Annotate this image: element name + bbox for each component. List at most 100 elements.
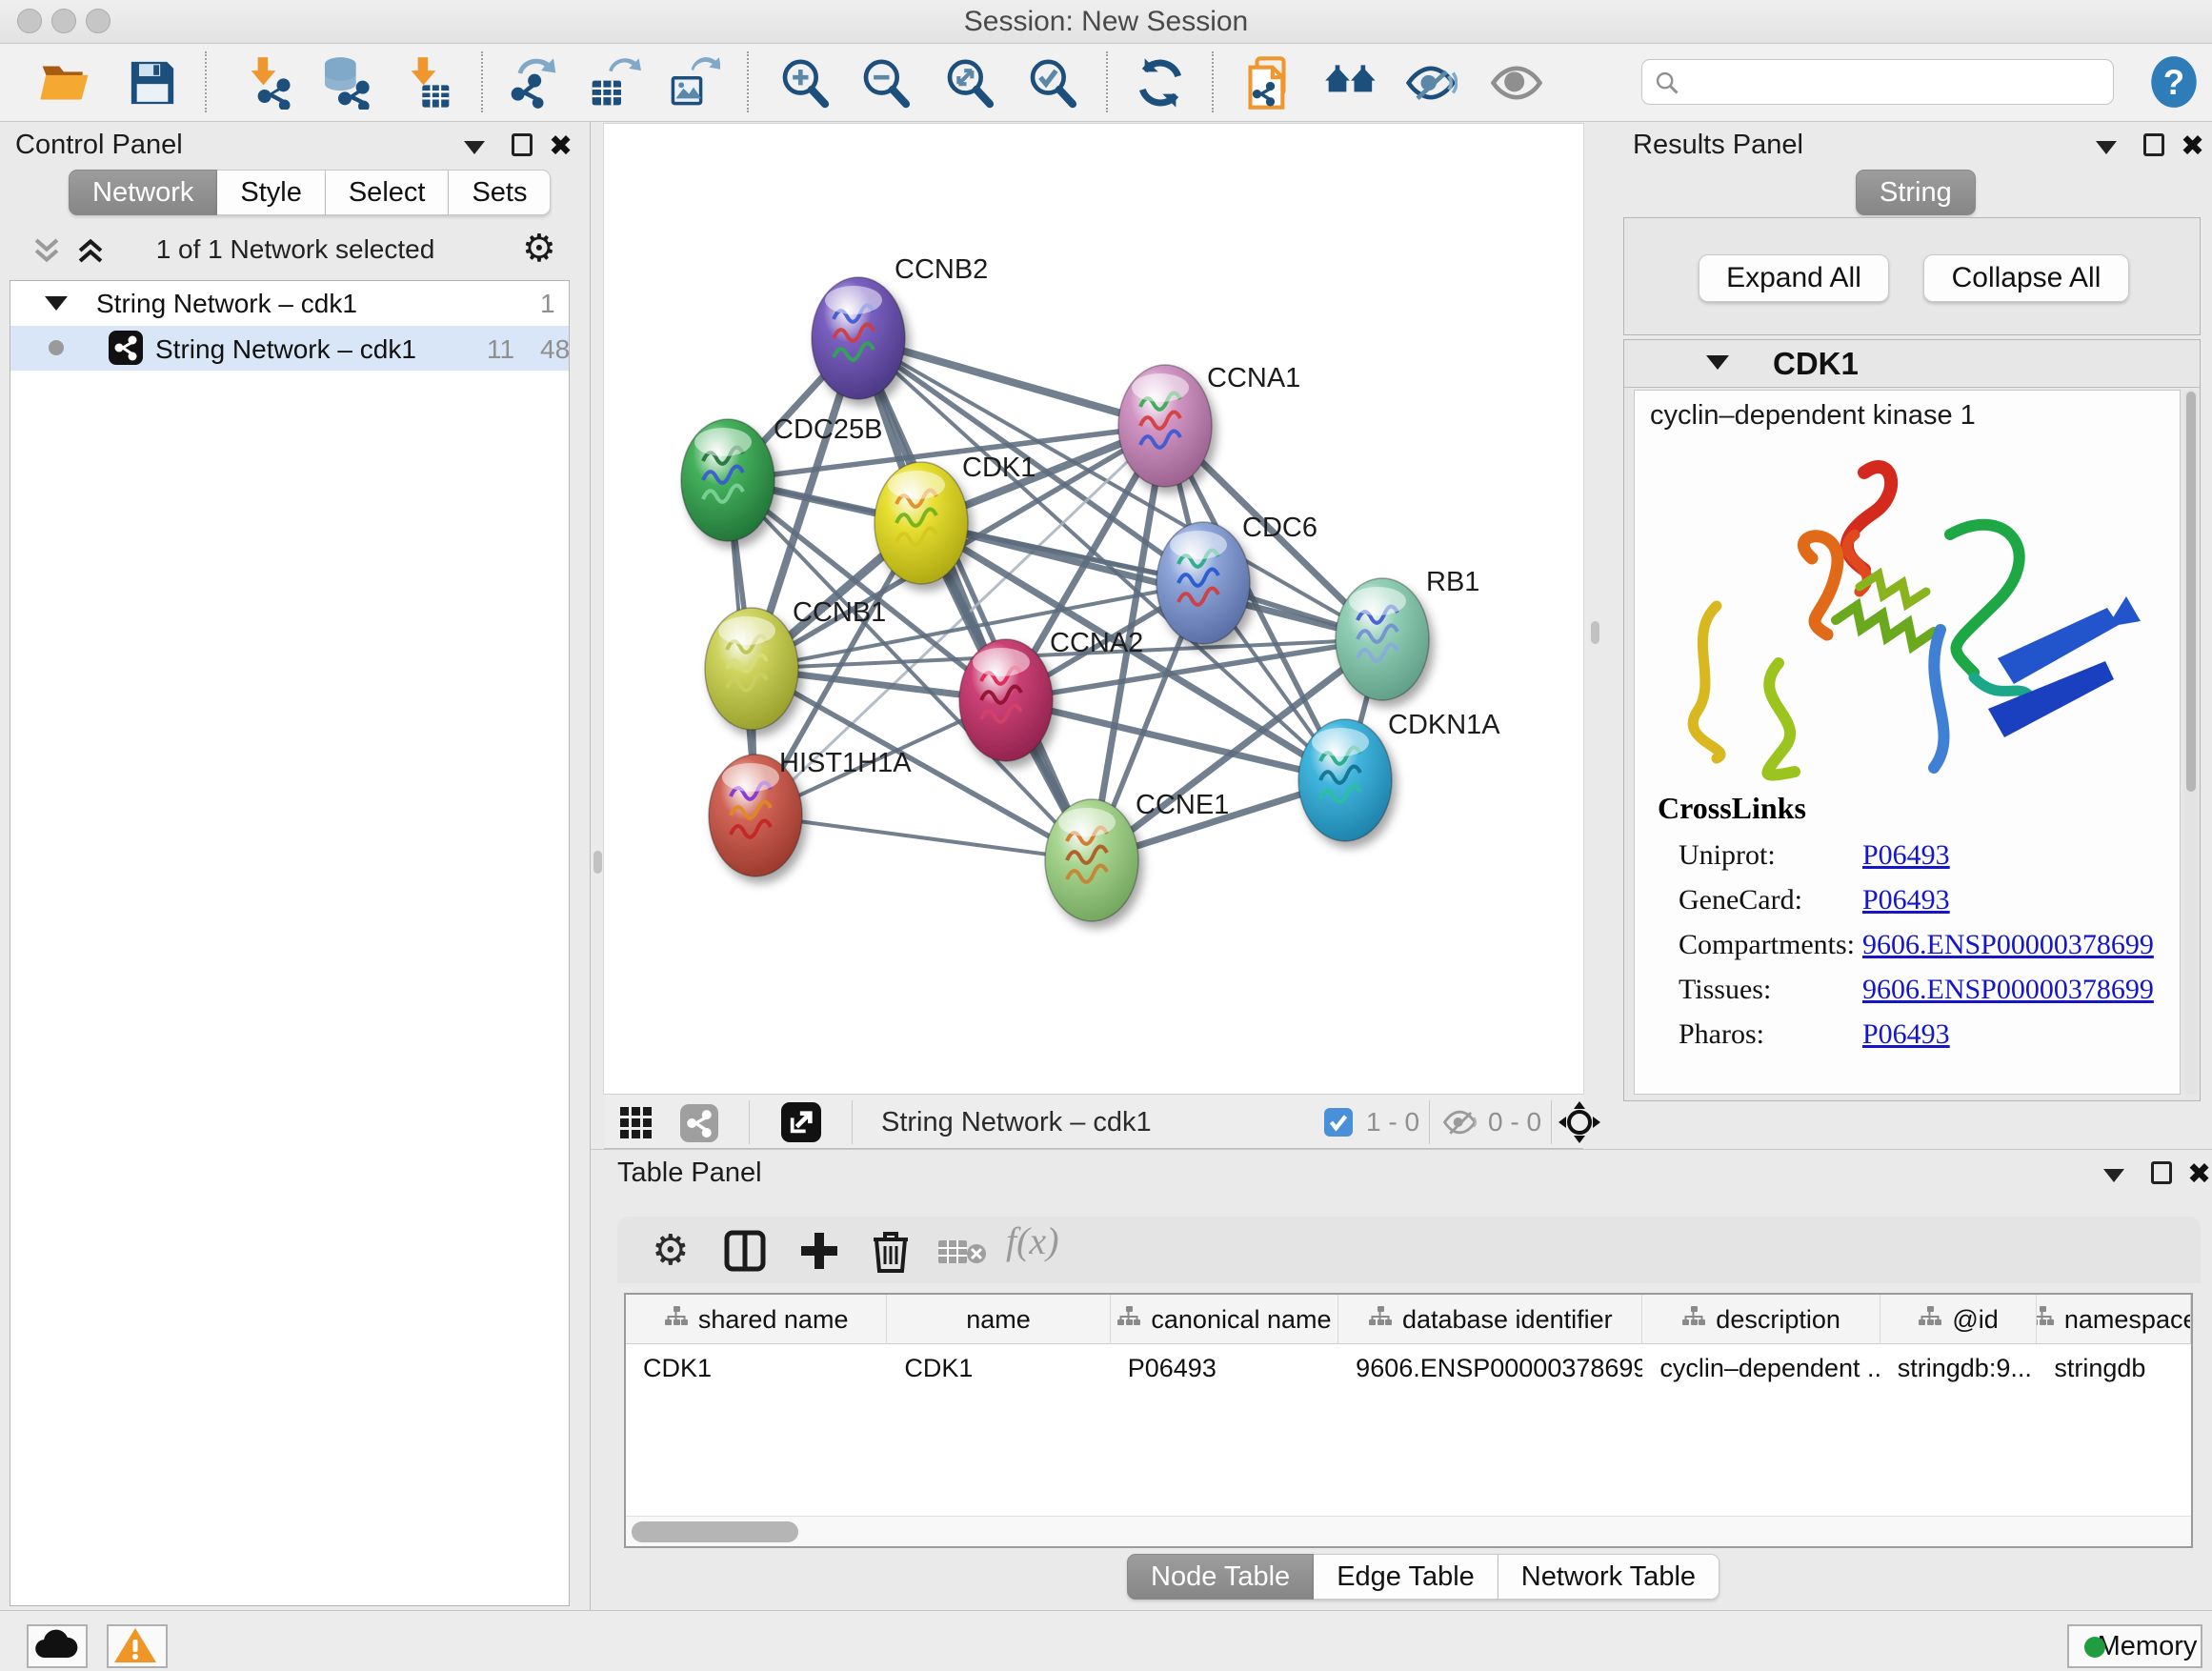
zoom-window-button[interactable] xyxy=(86,9,111,33)
hide-eye-icon[interactable] xyxy=(1404,56,1458,110)
table-cell[interactable]: 9606.ENSP00000378699 xyxy=(1338,1344,1642,1392)
import-network-database-icon[interactable] xyxy=(318,56,372,110)
zoom-out-icon[interactable] xyxy=(859,56,913,110)
preview-eye-icon[interactable] xyxy=(1490,56,1543,110)
search-input[interactable] xyxy=(1641,59,2114,105)
gene-collapse-icon[interactable] xyxy=(1706,355,1729,370)
right-splitter-handle[interactable] xyxy=(1591,621,1599,644)
crosslink-link[interactable]: P06493 xyxy=(1862,839,1950,872)
network-options-gear-icon[interactable]: ⚙ xyxy=(522,227,556,271)
column-header-namespace[interactable]: namespace xyxy=(2037,1295,2191,1344)
tab-select[interactable]: Select xyxy=(326,170,450,215)
delete-column-icon[interactable] xyxy=(871,1228,911,1274)
delete-table-icon[interactable] xyxy=(937,1238,987,1266)
node-table[interactable]: shared namenamecanonical namedatabase id… xyxy=(624,1293,2193,1548)
tab-edge-table[interactable]: Edge Table xyxy=(1314,1554,1498,1600)
crosslink-link[interactable]: 9606.ENSP00000378699 xyxy=(1862,974,2154,1006)
network-node-CCNB1[interactable] xyxy=(705,608,798,730)
tab-node-table[interactable]: Node Table xyxy=(1127,1554,1314,1600)
network-node-RB1[interactable] xyxy=(1336,578,1429,700)
table-cell[interactable]: cyclin–dependent ... xyxy=(1642,1344,1880,1392)
network-node-CDC6[interactable] xyxy=(1156,522,1250,644)
table-cell[interactable]: CDK1 xyxy=(626,1344,887,1392)
table-cell[interactable]: stringdb:9... xyxy=(1880,1344,2038,1392)
save-session-icon[interactable] xyxy=(126,56,179,110)
cloud-status-button[interactable] xyxy=(27,1624,88,1668)
results-scrollbar[interactable] xyxy=(2184,390,2198,1095)
network-node-CDKN1A[interactable] xyxy=(1298,719,1392,841)
network-view-icon[interactable] xyxy=(680,1104,718,1142)
collection-expand-icon[interactable] xyxy=(45,296,68,311)
network-node-CDK1[interactable] xyxy=(875,462,968,584)
expand-all-button[interactable]: Expand All xyxy=(1699,254,1889,302)
create-column-icon[interactable] xyxy=(798,1230,840,1272)
column-header-name[interactable]: name xyxy=(887,1295,1110,1344)
crosslink-link[interactable]: P06493 xyxy=(1862,1018,1950,1051)
panel-menu-caret-icon[interactable] xyxy=(2103,1169,2124,1182)
home-networks-icon[interactable] xyxy=(1324,56,1377,110)
gene-section-header[interactable]: CDK1 xyxy=(1624,340,2200,388)
table-cell[interactable]: CDK1 xyxy=(887,1344,1110,1392)
table-settings-gear-icon[interactable]: ⚙ xyxy=(652,1226,689,1275)
network-node-CCNA1[interactable] xyxy=(1118,365,1212,487)
show-columns-icon[interactable] xyxy=(724,1230,766,1272)
column-header-canonical-name[interactable]: canonical name xyxy=(1111,1295,1338,1344)
help-icon[interactable]: ? xyxy=(2149,55,2199,109)
apply-function-icon[interactable]: f(x) xyxy=(1006,1218,1059,1263)
network-canvas[interactable]: CCNB2CCNA1CDC25BCDK1CDC6RB1CCNB1CCNA2CDK… xyxy=(604,124,1583,1094)
search-field[interactable] xyxy=(1688,64,2098,100)
left-splitter-handle[interactable] xyxy=(593,851,602,874)
close-window-button[interactable] xyxy=(17,9,42,33)
panel-float-icon[interactable] xyxy=(2143,133,2164,156)
table-cell[interactable]: stringdb xyxy=(2037,1344,2191,1392)
import-table-file-icon[interactable] xyxy=(400,56,453,110)
zoom-fit-icon[interactable] xyxy=(943,56,996,110)
memory-button[interactable]: Memory xyxy=(2067,1624,2202,1668)
panel-menu-caret-icon[interactable] xyxy=(464,141,485,154)
column-header-description[interactable]: description xyxy=(1642,1295,1880,1344)
column-header-@id[interactable]: @id xyxy=(1880,1295,2038,1344)
collapse-all-button[interactable]: Collapse All xyxy=(1923,254,2129,302)
open-in-window-icon[interactable] xyxy=(781,1102,821,1142)
panel-float-icon[interactable] xyxy=(2151,1161,2172,1184)
table-row[interactable]: CDK1CDK1P064939606.ENSP00000378699cyclin… xyxy=(626,1344,2191,1392)
zoom-selected-icon[interactable] xyxy=(1026,56,1079,110)
crosslink-link[interactable]: 9606.ENSP00000378699 xyxy=(1862,929,2154,961)
warning-status-button[interactable] xyxy=(107,1624,168,1668)
grid-view-icon[interactable] xyxy=(619,1106,654,1140)
selected-checkbox-icon[interactable] xyxy=(1324,1108,1353,1137)
network-collection-row[interactable]: String Network – cdk1 1 xyxy=(10,281,569,326)
tab-network[interactable]: Network xyxy=(69,170,217,215)
export-network-icon[interactable] xyxy=(507,56,560,110)
network-row[interactable]: String Network – cdk1 11 48 xyxy=(10,326,569,371)
zoom-in-icon[interactable] xyxy=(778,56,832,110)
network-node-CCNE1[interactable] xyxy=(1045,799,1138,921)
minimize-window-button[interactable] xyxy=(51,9,76,33)
tab-sets[interactable]: Sets xyxy=(449,170,551,215)
export-image-icon[interactable] xyxy=(667,56,720,110)
network-edge[interactable] xyxy=(858,338,1092,860)
network-node-CDC25B[interactable] xyxy=(681,419,774,541)
clone-network-icon[interactable] xyxy=(1240,56,1294,110)
network-node-CCNB2[interactable] xyxy=(812,277,905,399)
tab-string[interactable]: String xyxy=(1856,170,1976,215)
export-table-icon[interactable] xyxy=(588,56,641,110)
table-cell[interactable]: P06493 xyxy=(1111,1344,1338,1392)
table-horizontal-scrollbar[interactable] xyxy=(626,1516,2191,1546)
panel-close-icon[interactable]: ✖ xyxy=(549,130,573,163)
tab-network-table[interactable]: Network Table xyxy=(1498,1554,1719,1600)
crosslink-link[interactable]: P06493 xyxy=(1862,884,1950,916)
tab-style[interactable]: Style xyxy=(217,170,325,215)
network-node-CCNA2[interactable] xyxy=(959,639,1053,761)
panel-menu-caret-icon[interactable] xyxy=(2096,141,2117,154)
network-edge[interactable] xyxy=(755,815,1092,860)
import-network-file-icon[interactable] xyxy=(240,56,293,110)
open-session-icon[interactable] xyxy=(38,56,91,110)
panel-float-icon[interactable] xyxy=(512,133,533,156)
column-header-shared-name[interactable]: shared name xyxy=(626,1295,887,1344)
panel-close-icon[interactable]: ✖ xyxy=(2181,130,2204,163)
birdseye-crosshair-icon[interactable] xyxy=(1558,1101,1600,1143)
panel-close-icon[interactable]: ✖ xyxy=(2187,1158,2211,1191)
refresh-icon[interactable] xyxy=(1134,56,1187,110)
column-header-database-identifier[interactable]: database identifier xyxy=(1338,1295,1642,1344)
